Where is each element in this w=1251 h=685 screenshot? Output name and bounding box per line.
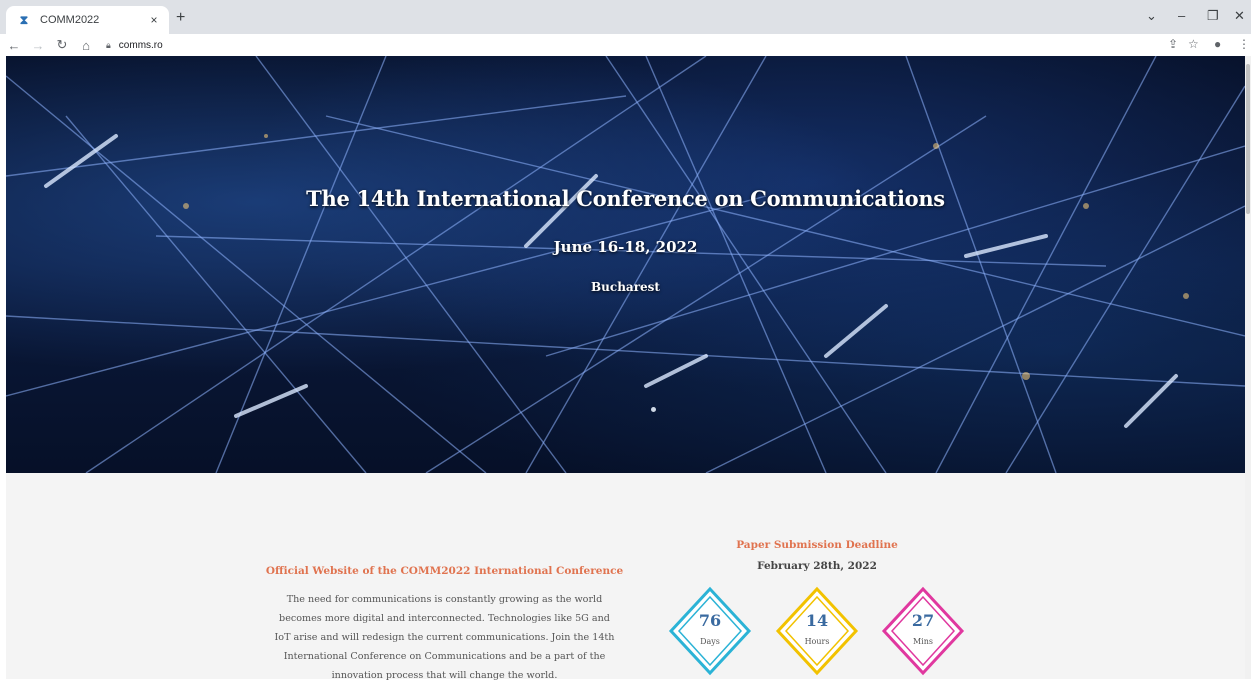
reload-icon[interactable]: ↻ [52,37,72,53]
diamond-frame-icon [881,586,965,676]
tab-close-icon[interactable]: × [145,13,163,27]
diamond-frame-icon [668,586,752,676]
tab-search-icon[interactable]: ⌄ [1146,8,1157,24]
share-icon[interactable]: ⇪ [1168,37,1178,51]
intro-paragraph: The need for communications is constantl… [268,590,621,685]
countdown-value: 27 [911,611,935,630]
browser-toolbar: ← → ↻ ⌂ 🔒︎ comms.ro [0,34,1251,56]
browser-tab-bar: ⧗ COMM2022 × + ⌄ – ❐ ✕ [0,0,1251,34]
countdown-unit: Days [700,637,720,646]
conference-title: The 14th International Conference on Com… [306,186,945,211]
network-lines-image [6,56,1245,473]
intro-line: IoT arise and will redesign the current … [274,632,615,643]
intro-line: International Conference on Communicatio… [283,651,606,662]
minimize-icon[interactable]: – [1178,8,1185,23]
deadline-date: February 28th, 2022 [757,560,877,572]
countdown-days: 76 Days [667,585,753,679]
scrollbar-thumb[interactable] [1246,64,1250,214]
countdown-unit: Mins [912,637,933,646]
official-website-heading: Official Website of the COMM2022 Interna… [265,565,624,577]
intro-line: innovation process that will change the … [331,670,558,681]
countdown-value: 14 [805,611,829,630]
conference-city: Bucharest [591,280,660,294]
restore-icon[interactable]: ❐ [1207,8,1219,24]
browser-tab[interactable]: ⧗ COMM2022 × [6,6,169,34]
countdown-mins: 27 Mins [880,585,966,679]
back-icon[interactable]: ← [4,38,24,53]
menu-icon[interactable]: ⋮ [1238,37,1250,51]
intro-line: The need for communications is constantl… [286,594,603,605]
hourglass-icon: ⧗ [19,12,29,27]
url-text: comms.ro [118,39,163,51]
profile-icon[interactable]: ● [1214,37,1221,51]
hero-banner: The 14th International Conference on Com… [6,56,1245,473]
diamond-frame-icon [775,586,859,676]
address-bar[interactable]: 🔒︎ comms.ro [106,40,163,51]
bookmark-star-icon[interactable]: ☆ [1188,37,1199,51]
home-icon[interactable]: ⌂ [76,38,96,53]
countdown-value: 76 [698,611,722,630]
forward-icon[interactable]: → [28,38,48,53]
intro-line: becomes more digital and interconnected.… [279,613,610,624]
carousel-indicator[interactable] [651,407,656,412]
conference-date: June 16-18, 2022 [553,238,698,256]
window-close-icon[interactable]: ✕ [1234,8,1245,24]
new-tab-button[interactable]: + [176,9,185,27]
tab-title: COMM2022 [40,14,100,26]
content-section: Official Website of the COMM2022 Interna… [6,473,1245,681]
countdown-hours: 14 Hours [774,585,860,679]
lock-icon: 🔒︎ [106,39,111,50]
deadline-label: Paper Submission Deadline [736,539,898,551]
countdown-unit: Hours [804,637,830,646]
